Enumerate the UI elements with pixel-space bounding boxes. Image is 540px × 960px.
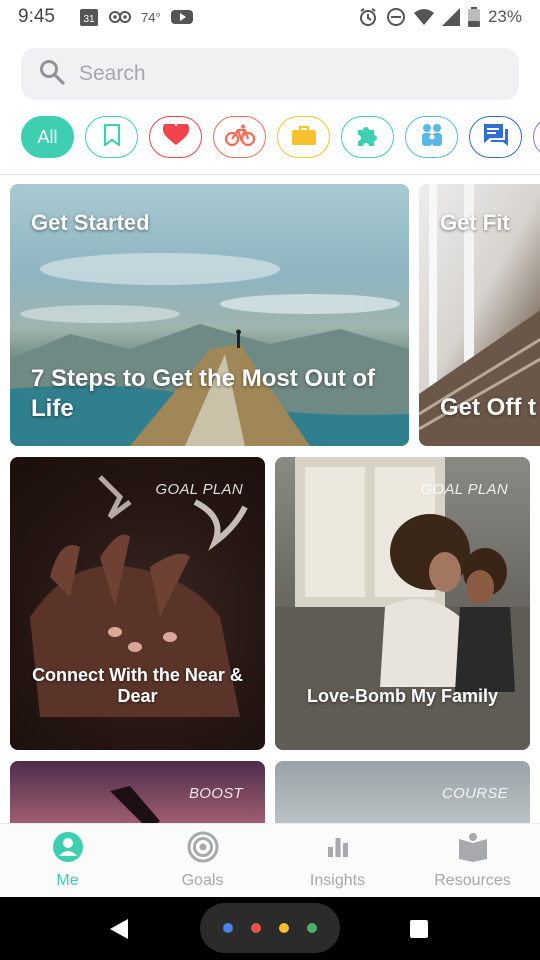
goal-card-connect[interactable]: GOAL PLAN Connect With the Near & Dear xyxy=(10,457,265,750)
card-tag: BOOST xyxy=(188,785,243,802)
chip-heart[interactable] xyxy=(149,116,202,158)
search-icon xyxy=(39,59,65,90)
system-navigation-bar xyxy=(0,897,540,960)
bicycle-icon xyxy=(224,124,255,151)
card-title: Love-Bomb My Family xyxy=(306,686,499,706)
bar-chart-icon xyxy=(322,831,354,868)
card-tag: GOAL PLAN xyxy=(420,481,508,498)
bookmark-icon xyxy=(102,123,122,151)
card-tag: GOAL PLAN xyxy=(155,481,243,498)
chip-all[interactable]: All xyxy=(21,116,74,158)
assistant-dot-blue xyxy=(223,923,233,933)
puzzle-icon xyxy=(355,122,381,153)
owl-icon xyxy=(108,9,131,25)
featured-card-get-started[interactable]: Get Started 7 Steps to Get the Most Out … xyxy=(10,184,409,446)
chip-bookmark[interactable] xyxy=(85,116,138,158)
briefcase-icon xyxy=(291,124,317,151)
svg-text:31: 31 xyxy=(83,14,95,25)
goal-card-love-bomb[interactable]: GOAL PLAN Love-Bomb My Family xyxy=(275,457,530,750)
signal-icon xyxy=(441,8,460,26)
status-time: 9:45 xyxy=(18,6,55,27)
nav-resources[interactable]: Resources xyxy=(405,824,540,897)
nav-label: Goals xyxy=(181,872,224,889)
dnd-icon xyxy=(386,7,406,27)
target-icon xyxy=(187,831,219,868)
nav-me[interactable]: Me xyxy=(0,824,135,897)
alarm-icon xyxy=(358,7,378,27)
chip-work[interactable] xyxy=(277,116,330,158)
nav-label: Resources xyxy=(434,872,511,889)
chip-all-label: All xyxy=(37,126,58,147)
card-title: Connect With the Near & Dear xyxy=(32,665,243,706)
divider xyxy=(0,174,540,175)
card-tag: COURSE xyxy=(442,785,508,802)
featured-title: 7 Steps to Get the Most Out of Life xyxy=(31,365,376,422)
assistant-dot-green xyxy=(307,923,317,933)
temperature: 74° xyxy=(140,9,161,25)
nav-goals[interactable]: Goals xyxy=(135,824,270,897)
wifi-icon xyxy=(413,8,434,26)
featured-title: Get Off t xyxy=(440,394,536,421)
status-bar: 9:45 31 74° 23% xyxy=(0,0,540,34)
search-input[interactable] xyxy=(79,62,479,86)
chip-puzzle[interactable] xyxy=(341,116,394,158)
assistant-dot-red xyxy=(251,923,261,933)
featured-category: Get Started xyxy=(31,210,150,235)
recents-icon[interactable] xyxy=(409,919,429,944)
book-icon xyxy=(457,831,489,868)
youtube-icon xyxy=(170,9,193,25)
battery-level: 23% xyxy=(487,7,522,26)
search-bar[interactable] xyxy=(21,48,519,100)
bottom-navigation: Me Goals Insights Resources xyxy=(0,823,540,897)
chip-family[interactable] xyxy=(405,116,458,158)
chip-more[interactable] xyxy=(533,116,540,158)
chat-icon xyxy=(483,123,509,152)
family-icon xyxy=(418,123,446,152)
featured-card-get-fit[interactable]: Get Fit Get Off t xyxy=(419,184,540,446)
nav-label: Me xyxy=(56,872,79,889)
battery-icon xyxy=(467,7,480,27)
home-button[interactable] xyxy=(200,903,340,953)
chip-fitness[interactable] xyxy=(213,116,266,158)
calendar-icon: 31 xyxy=(79,7,99,27)
featured-category: Get Fit xyxy=(440,210,510,235)
back-icon[interactable] xyxy=(109,918,129,945)
chip-chat[interactable] xyxy=(469,116,522,158)
nav-insights[interactable]: Insights xyxy=(270,824,405,897)
nav-label: Insights xyxy=(309,872,366,889)
assistant-dot-yellow xyxy=(279,923,289,933)
category-chips: All xyxy=(21,116,540,160)
heart-icon xyxy=(162,121,189,151)
person-icon xyxy=(52,831,84,868)
